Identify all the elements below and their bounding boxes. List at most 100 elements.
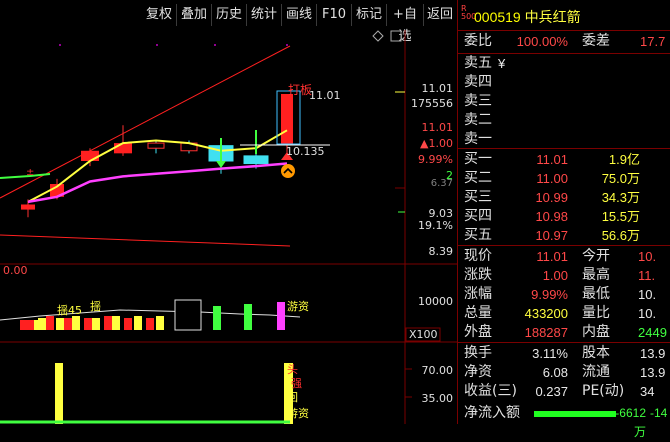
ask-row[interactable]: 卖四 <box>458 73 670 92</box>
quote-label-2: 今开 <box>582 248 610 264</box>
ind-axis-35: 35.00 <box>422 392 454 405</box>
volume-bar <box>277 302 285 330</box>
ask-row[interactable]: 卖三 <box>458 92 670 111</box>
volume-bar <box>104 316 112 330</box>
stock-name: 中兵红箭 <box>524 9 581 25</box>
volume-bar <box>146 318 154 330</box>
axis-label-price: 11.01 <box>422 121 454 134</box>
quote-panel: R 500 000519 中兵红箭 委比 100.00% 委差 17.7 卖五 ¥… <box>458 0 670 439</box>
toolbar-button-draw[interactable]: 画线 <box>282 4 317 26</box>
stats-label-2: PE(动) <box>582 383 625 399</box>
chart-toolbar: 复权 叠加 历史 统计 画线 F10 标记 +自选 返回 <box>0 0 457 44</box>
stock-title[interactable]: 000519 中兵红箭 <box>474 7 581 27</box>
stats-label-2: 股本 <box>582 345 610 361</box>
quote-label-2: 最高 <box>582 267 610 283</box>
axis-label-change: ▲1.00 <box>420 137 453 150</box>
bid-label: 买一 <box>464 151 492 167</box>
volume-zero-label: 0.00 <box>3 264 28 277</box>
toolbar-button-overlay[interactable]: 叠加 <box>177 4 212 26</box>
axis-label-pct: 9.99% <box>418 153 453 166</box>
toolbar-button-adjust[interactable]: 复权 <box>142 4 177 26</box>
candle-body <box>114 143 132 154</box>
bid-price: 10.99 <box>535 190 568 205</box>
bid-row[interactable]: 买二 11.00 75.0万 <box>458 169 670 188</box>
ask-row[interactable]: 卖五 ¥ <box>458 54 670 73</box>
netflow-label: 净流入额 <box>464 405 520 421</box>
toolbar-button-stats[interactable]: 统计 <box>247 4 282 26</box>
volume-label-3: 游资 <box>287 300 309 313</box>
quote-row: 外盘 188287 内盘 2449 <box>458 323 670 342</box>
order-ratio-value: 100.00% <box>516 34 568 49</box>
volume-bar <box>213 306 221 330</box>
volume-unit-label: X100 <box>409 328 438 341</box>
toolbar-button-add-watch[interactable]: +自选 <box>387 4 424 44</box>
netflow-value-2: -14 <box>650 406 668 420</box>
order-ratio-label: 委比 <box>464 33 492 49</box>
bid-volume: 1.9亿 <box>608 152 640 167</box>
volume-bar <box>156 316 164 330</box>
candle-body <box>281 94 293 146</box>
price-tag: 10.135 <box>286 145 325 158</box>
bid-price: 11.00 <box>536 171 568 186</box>
quote-label: 涨跌 <box>464 267 492 283</box>
volume-bar <box>20 320 28 330</box>
chart-expand-icon[interactable] <box>390 30 402 42</box>
bid-price: 10.98 <box>535 209 568 224</box>
ask-row[interactable]: 卖一 <box>458 130 670 149</box>
bid-label: 买三 <box>464 189 492 205</box>
ask-price: ¥ <box>498 56 506 71</box>
candlestick-series <box>21 94 293 218</box>
stats-label-2: 流通 <box>582 364 610 380</box>
axis-label-volume: 175556 <box>411 97 453 110</box>
ask-label: 卖二 <box>464 112 492 128</box>
axis-label-high: 11.01 <box>422 82 454 95</box>
stats-value-2: 34 <box>640 384 655 399</box>
axis-label-open: 6.37 <box>431 178 453 189</box>
bid-label: 买二 <box>464 170 492 186</box>
bid-volume: 56.6万 <box>601 228 640 243</box>
volume-bar <box>124 318 132 330</box>
netflow-value: -6612万 <box>615 406 646 439</box>
toolbar-button-f10[interactable]: F10 <box>317 4 352 26</box>
stats-row: 换手 3.11% 股本 13.9 <box>458 344 670 363</box>
ask-row[interactable]: 卖二 <box>458 111 670 130</box>
quote-label: 现价 <box>464 248 492 264</box>
volume-bar <box>134 316 142 330</box>
bid-row[interactable]: 买一 11.01 1.9亿 <box>458 150 670 169</box>
volume-bar <box>72 316 80 330</box>
stats-value: 3.11% <box>532 346 568 361</box>
volume-label-2: 揺 <box>90 300 101 313</box>
quote-value: 1.00 <box>542 268 568 283</box>
chart-settings-icon[interactable] <box>372 30 384 42</box>
toolbar-button-back[interactable]: 返回 <box>424 4 456 26</box>
quote-value-2: 10. <box>638 287 657 302</box>
quote-row: 总量 433200 量比 10. <box>458 304 670 323</box>
stock-header: R 500 000519 中兵红箭 <box>458 0 670 31</box>
bid-row[interactable]: 买五 10.97 56.6万 <box>458 226 670 245</box>
volume-label-1: 揺45 <box>57 304 82 317</box>
order-ratio-row: 委比 100.00% 委差 17.7 <box>458 32 670 51</box>
axis-label-low-pct: 19.1% <box>418 219 453 232</box>
small-marker-label: ± <box>26 167 34 178</box>
ind-label-1: 头 <box>287 363 298 376</box>
bid-row[interactable]: 买四 10.98 15.5万 <box>458 207 670 226</box>
quote-label: 总量 <box>464 305 492 321</box>
quote-value-2: 10. <box>638 306 657 321</box>
kline-chart[interactable]: 打板 11.01 10.135 ± 11.01 175556 11.01 ▲1.… <box>0 30 457 424</box>
stats-label: 收益(三) <box>464 383 517 399</box>
indicator-bar-1 <box>55 363 63 424</box>
bid-row[interactable]: 买三 10.99 34.3万 <box>458 188 670 207</box>
ask-label: 卖一 <box>464 131 492 147</box>
quote-label-2: 量比 <box>582 305 610 321</box>
candle-body <box>81 150 99 161</box>
candle-body <box>147 142 165 149</box>
toolbar-button-history[interactable]: 历史 <box>212 4 247 26</box>
toolbar-button-mark[interactable]: 标记 <box>352 4 387 26</box>
bid-volume: 75.0万 <box>601 171 640 186</box>
volume-axis-label: 10000 <box>418 295 453 308</box>
bid-price: 11.01 <box>536 152 568 167</box>
quote-label: 外盘 <box>464 324 492 340</box>
ma-long-line <box>27 162 288 204</box>
quote-value-2: 11. <box>638 268 656 283</box>
netflow-row: 净流入额 -6612万 -14 <box>458 404 670 439</box>
